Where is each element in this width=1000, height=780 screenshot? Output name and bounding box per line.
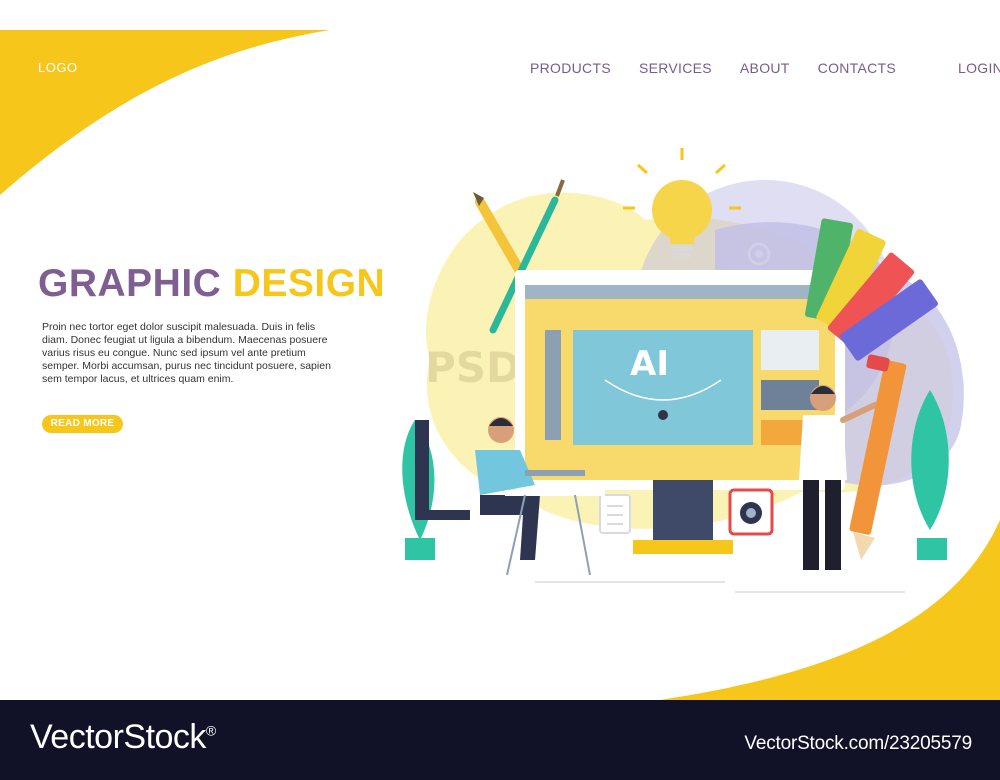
logo[interactable]: LOGO: [38, 60, 78, 75]
top-left-yellow-blob: [0, 30, 330, 195]
hero-description: Proin nec tortor eget dolor suscipit mal…: [42, 321, 331, 385]
registered-mark: ®: [205, 722, 216, 739]
hero-title-word-1: GRAPHIC: [38, 262, 222, 305]
camera-icon: [728, 488, 774, 536]
read-more-button[interactable]: READ MORE: [42, 415, 123, 433]
watermark-bar: VectorStock® VectorStock.com/23205579: [0, 700, 1000, 780]
hero-title-word-2: DESIGN: [232, 262, 386, 305]
psd-label: PSD: [425, 343, 521, 392]
watermark-site-id: VectorStock.com/23205579: [744, 733, 972, 754]
hero-title: GRAPHIC DESIGN: [38, 262, 385, 306]
nav-contacts[interactable]: CONTACTS: [818, 60, 896, 76]
graphic-design-illustration: PSD AI: [402, 148, 964, 593]
checklist-icon: [599, 494, 631, 534]
nav-services[interactable]: SERVICES: [639, 60, 712, 76]
nav-about[interactable]: ABOUT: [740, 60, 790, 76]
main-nav: PRODUCTS SERVICES ABOUT CONTACTS LOGIN: [530, 60, 1000, 76]
landing-page: LOGO PRODUCTS SERVICES ABOUT CONTACTS LO…: [0, 30, 1000, 700]
ai-screen-label: AI: [630, 344, 669, 384]
nav-products[interactable]: PRODUCTS: [530, 60, 611, 76]
watermark-brand-text: VectorStock: [30, 718, 206, 756]
login-link[interactable]: LOGIN: [958, 60, 1000, 76]
watermark-brand: VectorStock®: [30, 718, 216, 757]
